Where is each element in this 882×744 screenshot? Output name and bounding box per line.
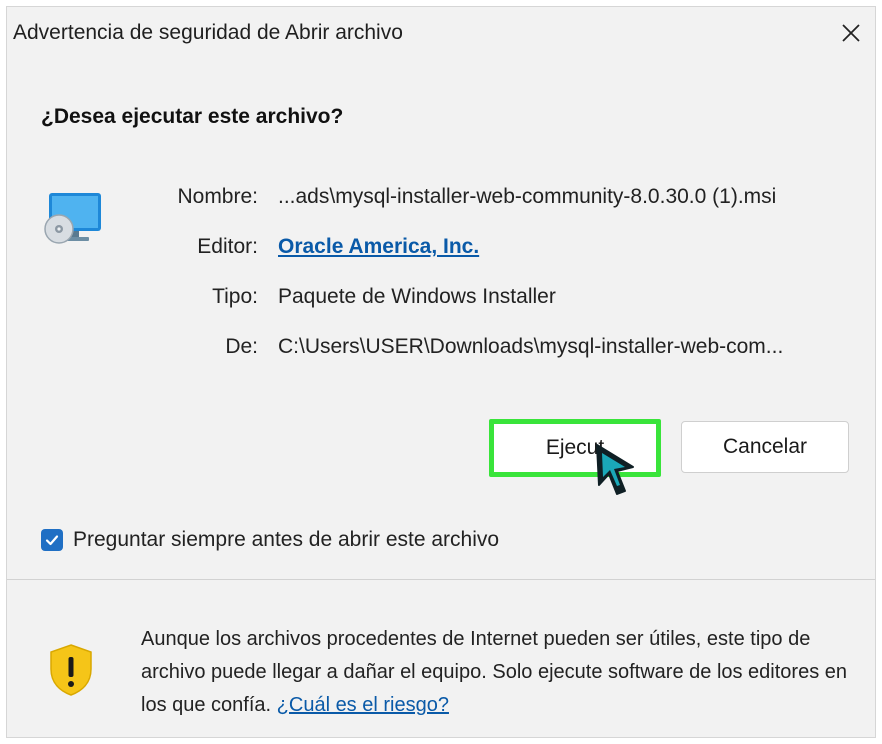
- always-ask-label: Preguntar siempre antes de abrir este ar…: [73, 528, 500, 551]
- file-source-row: De: C:\Users\USER\Downloads\mysql-instal…: [127, 335, 862, 385]
- file-name-value: ...ads\mysql-installer-web-community-8.0…: [278, 185, 777, 208]
- divider: [7, 579, 875, 580]
- file-type-row: Tipo: Paquete de Windows Installer: [127, 285, 862, 335]
- close-icon: [842, 24, 860, 42]
- file-name-label: Nombre:: [177, 185, 258, 208]
- risk-link[interactable]: ¿Cuál es el riesgo?: [277, 694, 449, 716]
- installer-package-icon: [44, 193, 101, 244]
- file-info: Nombre: ...ads\mysql-installer-web-commu…: [127, 185, 862, 385]
- publisher-row: Editor: Oracle America, Inc.: [127, 235, 862, 285]
- file-name-row: Nombre: ...ads\mysql-installer-web-commu…: [127, 185, 862, 235]
- checkmark-icon: [45, 535, 59, 546]
- publisher-label: Editor:: [197, 235, 258, 258]
- file-type-value: Paquete de Windows Installer: [278, 285, 556, 308]
- warning-message: Aunque los archivos procedentes de Inter…: [141, 623, 857, 722]
- publisher-link[interactable]: Oracle America, Inc.: [278, 235, 479, 259]
- file-source-label: De:: [225, 335, 258, 358]
- warning-text: Aunque los archivos procedentes de Inter…: [141, 628, 848, 716]
- close-button[interactable]: [833, 15, 869, 51]
- window-title: Advertencia de seguridad de Abrir archiv…: [13, 21, 403, 44]
- dialog-question: ¿Desea ejecutar este archivo?: [41, 105, 344, 128]
- file-type-label: Tipo:: [212, 285, 258, 308]
- always-ask-checkbox[interactable]: [41, 529, 63, 551]
- title-bar: Advertencia de seguridad de Abrir archiv…: [7, 7, 875, 63]
- cancel-button[interactable]: Cancelar: [681, 421, 849, 473]
- shield-warning-icon: [50, 644, 92, 696]
- run-button[interactable]: Ejecut: [489, 419, 661, 477]
- always-ask-checkbox-row[interactable]: Preguntar siempre antes de abrir este ar…: [41, 525, 499, 555]
- file-source-value: C:\Users\USER\Downloads\mysql-installer-…: [278, 335, 784, 358]
- security-warning-dialog: Advertencia de seguridad de Abrir archiv…: [6, 6, 876, 738]
